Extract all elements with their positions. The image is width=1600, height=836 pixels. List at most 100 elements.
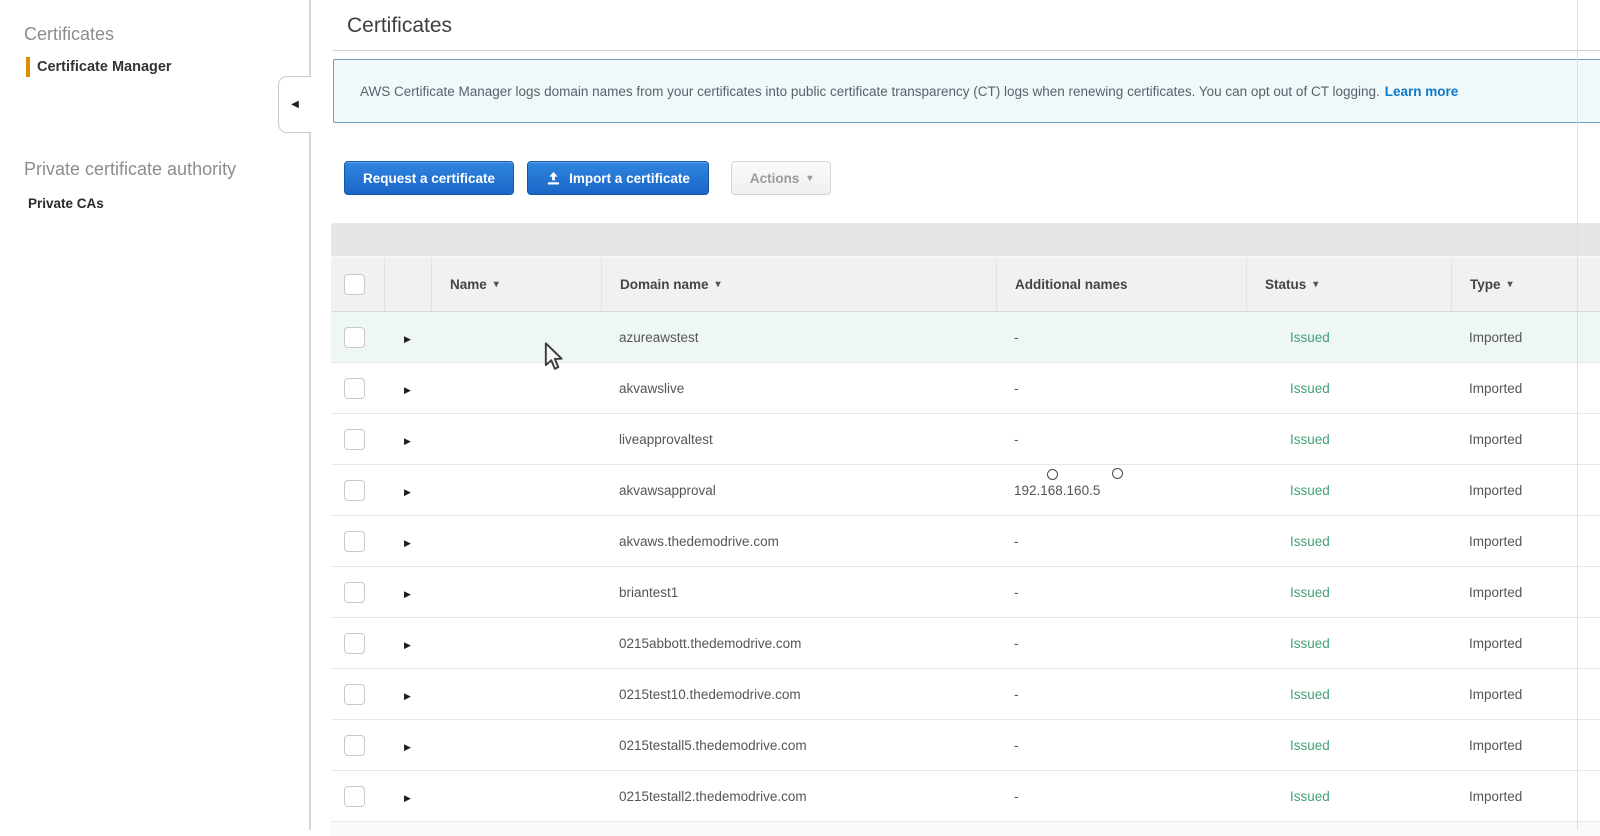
expand-cell: ▶	[384, 687, 431, 702]
table-row: ▶ briantest1- Issued Imported	[331, 567, 1600, 618]
cell-additional-names: -	[1014, 788, 1019, 804]
sidebar-item-label: Private CAs	[28, 196, 104, 211]
cell-status: Issued	[1290, 380, 1330, 396]
sidebar-item-label: Certificate Manager	[37, 59, 172, 75]
cell-domain-name: 0215test10.thedemodrive.com	[619, 686, 801, 702]
cell-additional-names: -	[1014, 686, 1019, 702]
column-header-status[interactable]: Status ▾	[1246, 258, 1451, 311]
request-certificate-button[interactable]: Request a certificate	[344, 161, 515, 195]
row-checkbox-cell	[331, 581, 384, 603]
row-checkbox-cell	[331, 428, 384, 450]
expand-row-icon[interactable]: ▶	[404, 589, 411, 599]
expand-row-icon[interactable]: ▶	[404, 793, 411, 803]
row-checkbox[interactable]	[344, 785, 365, 807]
row-checkbox[interactable]	[344, 632, 365, 654]
collapse-arrow-icon: ◀	[291, 98, 299, 110]
actions-dropdown-button[interactable]: Actions ▾	[730, 161, 832, 195]
column-header-label: Status	[1265, 277, 1307, 292]
expand-row-icon[interactable]: ▶	[404, 334, 411, 344]
row-checkbox-cell	[331, 683, 384, 705]
table-row: ▶ azureawstest - Issued Imported	[331, 312, 1600, 363]
cell-status: Issued	[1290, 584, 1330, 600]
row-checkbox[interactable]	[344, 581, 365, 603]
cell-domain-name: liveapprovaltest	[619, 431, 713, 447]
import-certificate-button[interactable]: Import a certificate	[527, 161, 709, 195]
sidebar-item-certificate-manager[interactable]: Certificate Manager	[26, 57, 172, 77]
select-all-checkbox[interactable]	[344, 274, 365, 295]
expand-cell: ▶	[384, 738, 431, 753]
upload-icon	[546, 171, 561, 186]
cell-domain-name: briantest1	[619, 584, 679, 600]
expand-cell: ▶	[384, 432, 431, 447]
table-row: ▶ liveapprovaltest - Issued Imported	[331, 414, 1600, 465]
cell-additional-names: -	[1014, 380, 1019, 396]
expand-row-icon[interactable]: ▶	[404, 385, 411, 395]
expand-row-icon[interactable]: ▶	[404, 640, 411, 650]
sort-caret-icon: ▾	[715, 279, 721, 290]
learn-more-link[interactable]: Learn more	[1385, 84, 1459, 99]
window-edge-line	[1577, 0, 1578, 830]
table-row: ▶ 0215test10.thedemodrive.com - Issued Impor…	[331, 669, 1600, 720]
cell-status: Issued	[1290, 788, 1330, 804]
expand-cell: ▶	[384, 381, 431, 396]
cell-additional-names: -	[1014, 431, 1019, 447]
table-toolbar-strip	[331, 223, 1600, 258]
expand-cell: ▶	[384, 330, 431, 345]
button-label: Request a certificate	[363, 170, 496, 186]
chevron-down-icon: ▾	[807, 172, 813, 184]
column-header-name[interactable]: Name ▾	[431, 258, 601, 311]
sidebar-collapse-button[interactable]: ◀	[278, 76, 311, 133]
sort-caret-icon: ▾	[1507, 279, 1513, 290]
column-header-domain[interactable]: Domain name ▾	[601, 258, 996, 311]
row-checkbox[interactable]	[344, 428, 365, 450]
cell-additional-names: -	[1014, 533, 1019, 549]
table-body: ▶ azureawstest - Issued Imported ▶ akvawslive -…	[331, 312, 1600, 822]
cell-additional-names: -	[1014, 329, 1019, 345]
row-checkbox-cell	[331, 326, 384, 348]
row-checkbox[interactable]	[344, 530, 365, 552]
action-buttons-row: Request a certificate Import a certifica…	[344, 161, 1600, 195]
ct-logging-info-banner: AWS Certificate Manager logs domain name…	[333, 59, 1600, 123]
cell-additional-names: 192.168.160.5	[1014, 482, 1101, 498]
column-header-arrow	[384, 258, 431, 311]
cell-additional-names: -	[1014, 635, 1019, 651]
row-checkbox[interactable]	[344, 683, 365, 705]
cell-domain-name: akvaws.thedemodrive.com	[619, 533, 779, 549]
cell-domain-name: akvawsapproval	[619, 482, 716, 498]
cell-domain-name: 0215testall5.thedemodrive.com	[619, 737, 807, 753]
row-checkbox[interactable]	[344, 734, 365, 756]
table-bottom-strip	[331, 822, 1600, 836]
cell-domain-name: akvawslive	[619, 380, 685, 396]
cell-domain-name: azureawstest	[619, 329, 699, 345]
column-header-label: Name	[450, 277, 487, 292]
cell-status: Issued	[1290, 737, 1330, 753]
row-checkbox-cell	[331, 479, 384, 501]
cell-domain-name: 0215abbott.thedemodrive.com	[619, 635, 802, 651]
cell-status: Issued	[1290, 431, 1330, 447]
row-checkbox[interactable]	[344, 326, 365, 348]
row-checkbox[interactable]	[344, 377, 365, 399]
expand-row-icon[interactable]: ▶	[404, 538, 411, 548]
column-header-label: Additional names	[1015, 277, 1128, 292]
table-row: ▶ 0215abbott.thedemodrive.com - Issued Impor…	[331, 618, 1600, 669]
cell-status: Issued	[1290, 482, 1330, 498]
certificates-table: Name ▾ Domain name ▾ Additional names Status ▾…	[331, 223, 1600, 836]
banner-text: AWS Certificate Manager logs domain name…	[360, 83, 1380, 99]
expand-row-icon[interactable]: ▶	[404, 436, 411, 446]
cell-status: Issued	[1290, 635, 1330, 651]
sidebar-item-private-cas[interactable]: Private CAs	[28, 196, 309, 211]
select-all-header-cell[interactable]	[331, 258, 384, 311]
expand-row-icon[interactable]: ▶	[404, 691, 411, 701]
annotation-circle	[1112, 468, 1123, 479]
table-row: ▶ akvawslive - Issued Imported	[331, 363, 1600, 414]
expand-row-icon[interactable]: ▶	[404, 487, 411, 497]
main-content: Certificates AWS Certificate Manager log…	[311, 0, 1600, 836]
expand-row-icon[interactable]: ▶	[404, 742, 411, 752]
expand-cell: ▶	[384, 534, 431, 549]
annotation-circle	[1047, 469, 1058, 480]
row-checkbox[interactable]	[344, 479, 365, 501]
sort-caret-icon: ▾	[493, 279, 499, 290]
cell-additional-names: -	[1014, 737, 1019, 753]
sort-caret-icon: ▾	[1313, 279, 1319, 290]
mouse-cursor	[543, 342, 565, 377]
